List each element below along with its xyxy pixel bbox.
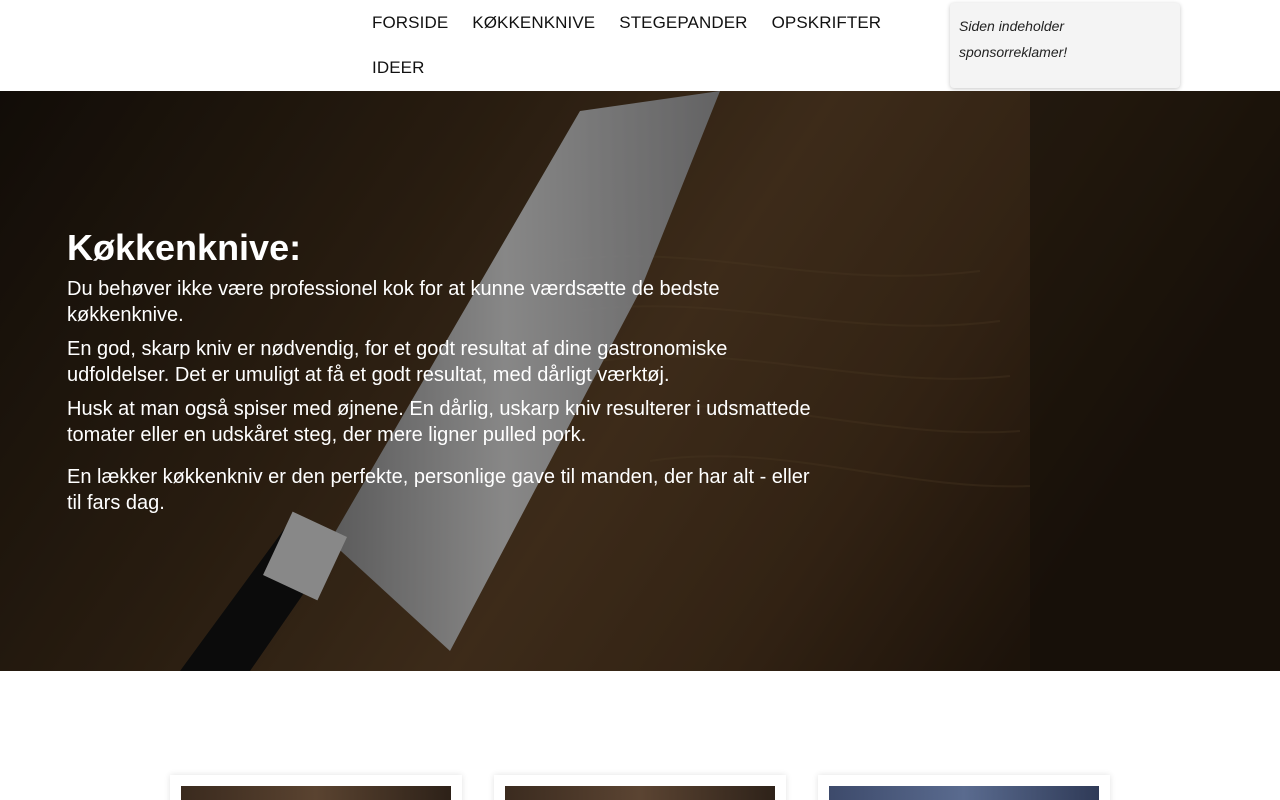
card-image (181, 786, 451, 800)
main-nav: FORSIDE KØKKENKNIVE STEGEPANDER OPSKRIFT… (360, 0, 920, 90)
hero-content: Køkkenknive: Du behøver ikke være profes… (67, 226, 827, 524)
product-card[interactable] (170, 775, 462, 800)
nav-item-forside[interactable]: FORSIDE (360, 0, 460, 45)
site-header: FORSIDE KØKKENKNIVE STEGEPANDER OPSKRIFT… (0, 0, 1280, 91)
hero-paragraph-4: En lækker køkkenkniv er den perfekte, pe… (67, 466, 810, 514)
card-image (505, 786, 775, 800)
hero-paragraph-1: Du behøver ikke være professionel kok fo… (67, 278, 720, 326)
hero-title: Køkkenknive: (67, 227, 302, 268)
nav-item-stegepander[interactable]: STEGEPANDER (607, 0, 759, 45)
product-card[interactable] (818, 775, 1110, 800)
card-image (829, 786, 1099, 800)
product-cards (0, 671, 1280, 800)
hero-paragraph-2: En god, skarp kniv er nødvendig, for et … (67, 338, 728, 386)
nav-item-kokkenknive[interactable]: KØKKENKNIVE (460, 0, 607, 45)
nav-item-ideer[interactable]: IDEER (360, 45, 436, 90)
nav-item-opskrifter[interactable]: OPSKRIFTER (760, 0, 894, 45)
sponsor-text-line2: sponsorreklamer! (959, 44, 1068, 60)
hero-banner: Køkkenknive: Du behøver ikke være profes… (0, 91, 1280, 671)
sponsor-notice: Siden indeholder sponsorreklamer! (950, 3, 1180, 88)
product-card[interactable] (494, 775, 786, 800)
sponsor-text-line1: Siden indeholder (959, 18, 1065, 34)
hero-paragraph-3: Husk at man også spiser med øjnene. En d… (67, 398, 811, 446)
